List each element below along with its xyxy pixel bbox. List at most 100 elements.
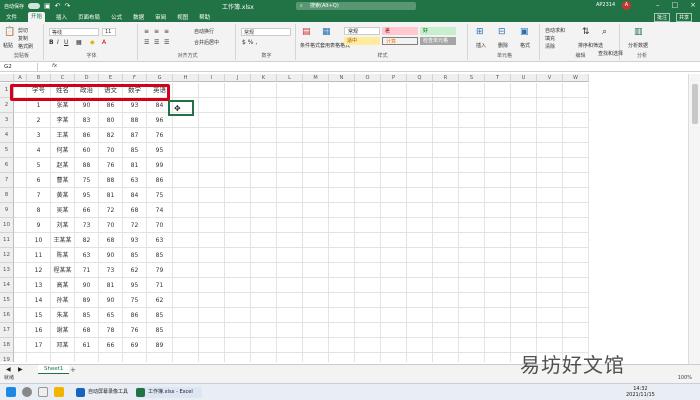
empty-cell[interactable] [251,98,277,113]
empty-cell[interactable] [199,338,225,353]
empty-cell[interactable] [433,173,459,188]
redo-icon[interactable]: ↷ [65,2,71,10]
delete-cells-icon[interactable]: ⊟ [498,27,506,37]
folder-icon[interactable] [54,387,64,397]
table-cell[interactable]: 70 [99,218,123,233]
table-cell[interactable]: 谢某 [51,323,75,338]
empty-cell[interactable] [511,323,537,338]
table-cell[interactable]: 62 [147,293,173,308]
empty-cell[interactable] [459,83,485,98]
empty-cell[interactable] [329,293,355,308]
scroll-thumb[interactable] [692,84,698,124]
empty-cell[interactable] [355,98,381,113]
empty-cell[interactable] [459,293,485,308]
formula-input[interactable] [64,63,684,71]
active-cell[interactable] [168,100,194,116]
empty-cell[interactable] [277,203,303,218]
empty-cell[interactable] [407,293,433,308]
analyze-data-button[interactable]: 分析数据 [628,42,648,49]
empty-cell[interactable] [511,113,537,128]
empty-cell[interactable] [485,158,511,173]
empty-cell[interactable] [355,263,381,278]
empty-cell[interactable] [407,278,433,293]
table-cell[interactable]: 13 [27,278,51,293]
align-middle-icon[interactable]: ≡ [154,28,159,35]
empty-cell[interactable] [355,143,381,158]
empty-cell[interactable] [433,233,459,248]
empty-cell[interactable] [251,323,277,338]
merge-center-button[interactable]: 合并后居中 [194,39,219,46]
table-cell[interactable]: 89 [147,338,173,353]
format-cells-icon[interactable]: ▣ [520,27,529,37]
empty-cell[interactable] [14,353,27,362]
table-cell[interactable]: 89 [75,293,99,308]
empty-cell[interactable] [173,278,199,293]
empty-cell[interactable] [303,338,329,353]
table-cell[interactable]: 95 [123,278,147,293]
empty-cell[interactable] [277,278,303,293]
empty-cell[interactable] [225,218,251,233]
empty-cell[interactable] [381,218,407,233]
table-cell[interactable]: 陈某 [51,248,75,263]
empty-cell[interactable] [199,203,225,218]
add-sheet-button[interactable]: + [70,366,76,374]
row-header[interactable]: 4 [0,128,14,143]
empty-cell[interactable] [277,98,303,113]
empty-cell[interactable] [537,278,563,293]
empty-cell[interactable] [14,233,27,248]
bold-icon[interactable]: B [49,39,54,46]
empty-cell[interactable] [381,338,407,353]
empty-cell[interactable] [511,188,537,203]
empty-cell[interactable] [173,233,199,248]
empty-cell[interactable] [199,143,225,158]
taskbar-app-excel[interactable]: 工作簿.xlsx - Excel [136,387,202,398]
empty-cell[interactable] [199,323,225,338]
minimize-icon[interactable]: – [656,1,660,9]
empty-cell[interactable] [225,203,251,218]
table-cell[interactable]: 90 [99,248,123,263]
empty-cell[interactable] [251,308,277,323]
empty-cell[interactable] [225,173,251,188]
empty-cell[interactable] [277,173,303,188]
table-cell[interactable]: 69 [123,338,147,353]
table-cell[interactable]: 81 [99,278,123,293]
share-button[interactable]: 共享 [675,13,692,22]
style-good[interactable]: 好 [420,27,456,35]
paste-button[interactable]: 粘贴 [3,42,13,49]
table-cell[interactable]: 朱某 [51,308,75,323]
empty-cell[interactable] [27,353,51,362]
search-task-icon[interactable] [22,387,32,397]
table-header-cell[interactable]: 政治 [75,83,99,98]
empty-cell[interactable] [537,113,563,128]
fx-icon[interactable]: fx [52,63,57,69]
column-header-L[interactable]: L [277,74,303,82]
column-header-H[interactable]: H [173,74,199,82]
empty-cell[interactable] [511,233,537,248]
empty-cell[interactable] [459,248,485,263]
empty-cell[interactable] [303,173,329,188]
empty-cell[interactable] [225,128,251,143]
empty-cell[interactable] [251,353,277,362]
borders-icon[interactable]: ▦ [76,39,82,46]
table-cell[interactable]: 75 [147,188,173,203]
empty-cell[interactable] [277,308,303,323]
empty-cell[interactable] [303,98,329,113]
table-cell[interactable]: 88 [75,158,99,173]
table-cell[interactable]: 79 [147,263,173,278]
empty-cell[interactable] [75,353,99,362]
table-cell[interactable]: 76 [99,158,123,173]
row-header[interactable]: 8 [0,188,14,203]
tab-6[interactable]: 审阅 [155,13,166,21]
empty-cell[interactable] [485,248,511,263]
row-header[interactable]: 3 [0,113,14,128]
conditional-format-button[interactable]: 条件格式 [300,42,320,49]
empty-cell[interactable] [14,338,27,353]
empty-cell[interactable] [433,323,459,338]
empty-cell[interactable] [407,248,433,263]
empty-cell[interactable] [14,188,27,203]
table-header-cell[interactable]: 语文 [99,83,123,98]
empty-cell[interactable] [14,218,27,233]
column-header-W[interactable]: W [563,74,589,82]
table-cell[interactable]: 12 [27,263,51,278]
table-cell[interactable]: 李某 [51,113,75,128]
